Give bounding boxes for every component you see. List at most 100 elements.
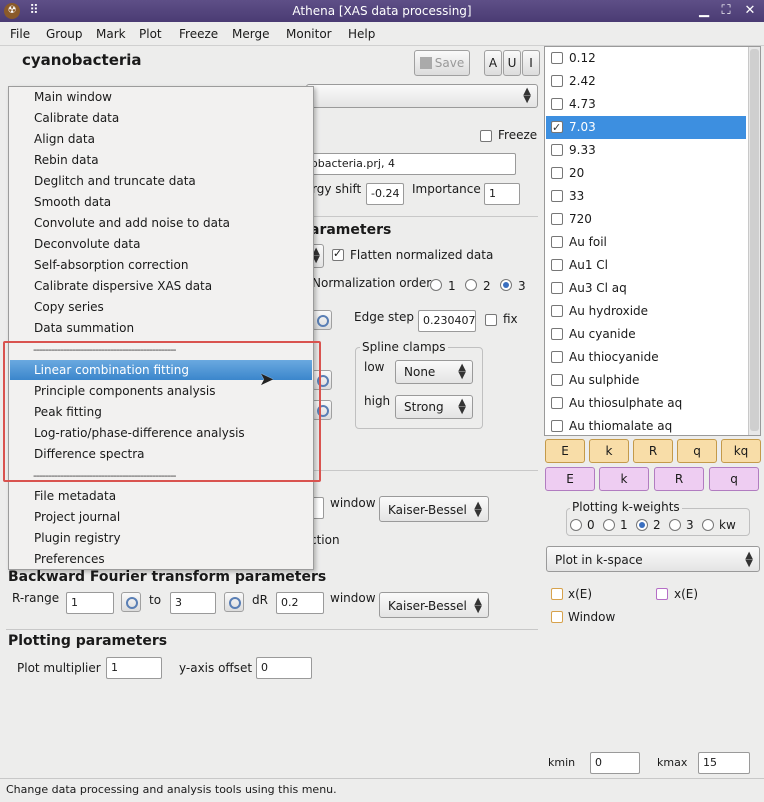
plot-multiplier-input[interactable]: 1 — [106, 657, 162, 679]
group-list[interactable]: 0.12 2.42 4.73 ✓ 7.03 9.33 20 33 720 Au foil Au1 C… — [544, 46, 761, 436]
pick-target-icon[interactable] — [312, 310, 332, 330]
y-offset-input[interactable]: 0 — [256, 657, 312, 679]
plot-E-button[interactable]: E — [545, 439, 585, 463]
menu-freeze[interactable]: Freeze — [179, 27, 218, 41]
kweight-2-radio[interactable] — [636, 519, 648, 531]
menu-item-self-absorption-correction[interactable]: Self-absorption correction — [10, 255, 312, 275]
pick-target-icon[interactable] — [121, 592, 141, 612]
group-list-item[interactable]: Au cyanide — [546, 323, 746, 346]
plot-E-group-button[interactable]: E — [545, 467, 595, 491]
group-checkbox[interactable] — [551, 236, 563, 248]
plot-q-group-button[interactable]: q — [709, 467, 759, 491]
menu-item-align-data[interactable]: Align data — [10, 129, 312, 149]
spline-low-select[interactable]: None ▲ ▼ — [395, 360, 473, 384]
scrollbar-thumb[interactable] — [750, 49, 759, 431]
group-checkbox[interactable]: ✓ — [551, 121, 563, 134]
group-list-item[interactable]: Au thiomalate aq — [546, 415, 746, 438]
plot-xe-checkbox-1[interactable] — [551, 588, 563, 600]
menu-file[interactable]: File — [10, 27, 30, 41]
menu-item-main-window[interactable]: Main window — [10, 87, 312, 107]
plot-window-checkbox[interactable] — [551, 611, 563, 623]
menu-mark[interactable]: Mark — [96, 27, 126, 41]
group-list-item[interactable]: 20 — [546, 162, 746, 185]
menu-item-copy-series[interactable]: Copy series — [10, 297, 312, 317]
kweight-1-radio[interactable] — [603, 519, 615, 531]
menu-item-preferences[interactable]: Preferences — [10, 549, 312, 569]
kmin-input[interactable]: 0 — [590, 752, 640, 774]
menu-help[interactable]: Help — [348, 27, 375, 41]
group-list-item[interactable]: Au sulphide — [546, 369, 746, 392]
group-checkbox[interactable] — [551, 75, 563, 87]
group-list-item[interactable]: Au hydroxide — [546, 300, 746, 323]
group-checkbox[interactable] — [551, 351, 563, 363]
freeze-checkbox[interactable] — [480, 130, 492, 142]
rrange-max-input[interactable]: 3 — [170, 592, 216, 614]
plot-k-group-button[interactable]: k — [599, 467, 649, 491]
menu-merge[interactable]: Merge — [232, 27, 269, 41]
menu-item-calibrate-dispersive-xas-data[interactable]: Calibrate dispersive XAS data — [10, 276, 312, 296]
plot-xe-checkbox-2[interactable] — [656, 588, 668, 600]
group-checkbox[interactable] — [551, 144, 563, 156]
save-button[interactable]: Save — [414, 50, 470, 76]
group-list-item[interactable]: Au3 Cl aq — [546, 277, 746, 300]
edge-step-input[interactable]: 0.230407 — [418, 310, 476, 332]
dr-input[interactable]: 0.2 — [276, 592, 324, 614]
group-checkbox[interactable] — [551, 305, 563, 317]
menu-monitor[interactable]: Monitor — [286, 27, 332, 41]
menu-item-calibrate-data[interactable]: Calibrate data — [10, 108, 312, 128]
group-checkbox[interactable] — [551, 420, 563, 432]
u-button[interactable]: U — [503, 50, 521, 76]
group-checkbox[interactable] — [551, 374, 563, 386]
menu-item-data-summation[interactable]: Data summation — [10, 318, 312, 338]
group-list-item[interactable]: Au thiocyanide — [546, 346, 746, 369]
menu-item-smooth-data[interactable]: Smooth data — [10, 192, 312, 212]
group-list-item[interactable]: ✓ 7.03 — [546, 116, 746, 139]
a-button[interactable]: A — [484, 50, 502, 76]
rrange-min-input[interactable]: 1 — [66, 592, 114, 614]
group-list-item[interactable]: Au thiosulphate aq — [546, 392, 746, 415]
energy-shift-input[interactable]: -0.24 — [366, 183, 404, 205]
close-icon[interactable]: ✕ — [742, 3, 758, 19]
plot-q-button[interactable]: q — [677, 439, 717, 463]
menu-item-deconvolute-data[interactable]: Deconvolute data — [10, 234, 312, 254]
group-checkbox[interactable] — [551, 98, 563, 110]
group-checkbox[interactable] — [551, 190, 563, 202]
group-list-item[interactable]: 33 — [546, 185, 746, 208]
group-list-item[interactable]: Au foil — [546, 231, 746, 254]
norm-order-2-radio[interactable] — [465, 279, 477, 291]
norm-order-1-radio[interactable] — [430, 279, 442, 291]
kmax-input[interactable]: 15 — [698, 752, 750, 774]
group-checkbox[interactable] — [551, 328, 563, 340]
plot-space-select[interactable]: Plot in k-space ▲ ▼ — [546, 546, 760, 572]
group-select[interactable]: ▲ ▼ — [306, 84, 538, 108]
group-checkbox[interactable] — [551, 52, 563, 64]
spline-high-select[interactable]: Strong ▲ ▼ — [395, 395, 473, 419]
group-list-item[interactable]: 9.33 — [546, 139, 746, 162]
plot-R-button[interactable]: R — [633, 439, 673, 463]
plot-kq-button[interactable]: kq — [721, 439, 761, 463]
fwd-window-select[interactable]: Kaiser-Bessel ▲ ▼ — [379, 496, 489, 522]
file-field[interactable]: obacteria.prj, 4 — [306, 153, 516, 175]
group-list-item[interactable]: 0.12 — [546, 47, 746, 70]
bft-window-select[interactable]: Kaiser-Bessel ▲ ▼ — [379, 592, 489, 618]
kweight-kw-radio[interactable] — [702, 519, 714, 531]
maximize-icon[interactable]: ⛶ — [718, 3, 734, 19]
group-checkbox[interactable] — [551, 282, 563, 294]
group-checkbox[interactable] — [551, 397, 563, 409]
flatten-checkbox[interactable]: ✓ — [332, 247, 344, 261]
group-list-item[interactable]: 720 — [546, 208, 746, 231]
menu-group[interactable]: Group — [46, 27, 83, 41]
menu-item-project-journal[interactable]: Project journal — [10, 507, 312, 527]
group-checkbox[interactable] — [551, 259, 563, 271]
minimize-icon[interactable]: ▁ — [696, 3, 712, 19]
kweight-0-radio[interactable] — [570, 519, 582, 531]
group-checkbox[interactable] — [551, 167, 563, 179]
plot-R-group-button[interactable]: R — [654, 467, 704, 491]
fix-checkbox[interactable] — [485, 314, 497, 326]
group-checkbox[interactable] — [551, 213, 563, 225]
menu-plot[interactable]: Plot — [139, 27, 162, 41]
menu-item-deglitch-and-truncate-data[interactable]: Deglitch and truncate data — [10, 171, 312, 191]
plot-k-button[interactable]: k — [589, 439, 629, 463]
menu-item-plugin-registry[interactable]: Plugin registry — [10, 528, 312, 548]
menu-item-convolute-and-add-noise-to-data[interactable]: Convolute and add noise to data — [10, 213, 312, 233]
